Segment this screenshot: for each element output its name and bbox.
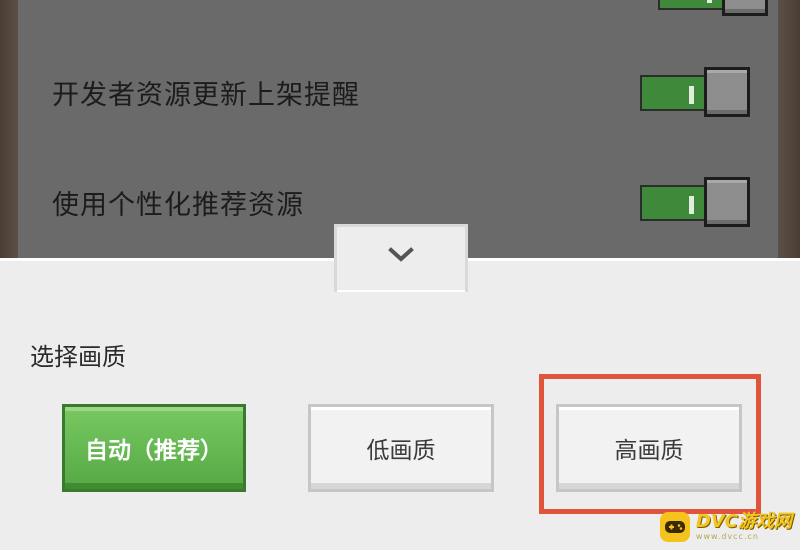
watermark-main: DVC游戏网 xyxy=(695,511,792,532)
gamepad-icon xyxy=(659,512,690,542)
gamepad-icon-svg xyxy=(664,521,685,533)
watermark-sub: www.dvcc.cn xyxy=(695,532,759,541)
background-edge-right xyxy=(778,0,800,260)
watermark-text: DVC游戏网 www.dvcc.cn xyxy=(696,513,792,541)
quality-high-button[interactable]: 高画质 xyxy=(556,404,742,492)
screen: 开发者资源更新上架提醒 使用个性化推荐资源 选择画质 自动（推荐） 低画质 高画… xyxy=(0,0,800,550)
toggle-on-mark xyxy=(707,0,712,3)
section-title: 选择画质 xyxy=(30,343,126,371)
toggle-on-mark xyxy=(689,196,694,214)
toggle-knob xyxy=(722,0,768,16)
toggle-knob xyxy=(704,177,750,227)
setting-label: 使用个性化推荐资源 xyxy=(52,190,304,221)
quality-auto-button[interactable]: 自动（推荐） xyxy=(62,404,246,492)
setting-label: 开发者资源更新上架提醒 xyxy=(52,80,360,111)
toggle-personalized[interactable] xyxy=(640,177,752,227)
watermark: DVC游戏网 www.dvcc.cn xyxy=(659,512,792,542)
collapse-drawer-button[interactable] xyxy=(334,224,468,292)
toggle-switch-partial[interactable] xyxy=(658,0,770,16)
chevron-down-icon xyxy=(388,247,414,262)
setting-row-developer-update: 开发者资源更新上架提醒 xyxy=(18,45,778,135)
background-edge-left xyxy=(0,0,18,260)
toggle-developer-update[interactable] xyxy=(640,67,752,117)
quality-low-button[interactable]: 低画质 xyxy=(308,404,494,492)
toggle-knob xyxy=(704,67,750,117)
toggle-on-mark xyxy=(689,86,694,104)
settings-panel: 开发者资源更新上架提醒 使用个性化推荐资源 xyxy=(18,0,778,260)
